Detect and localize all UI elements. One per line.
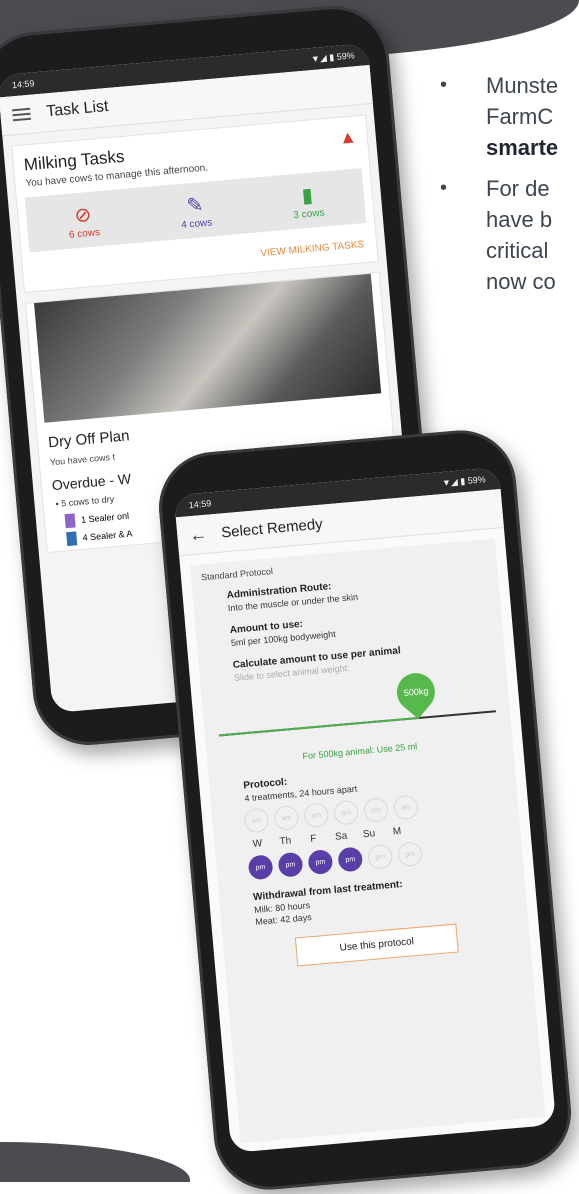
page-title: Task List bbox=[45, 97, 110, 121]
warning-icon: ▲ bbox=[338, 126, 358, 148]
bullet-text: Munste bbox=[486, 73, 559, 98]
treatment-slot[interactable]: am bbox=[392, 794, 419, 821]
treatment-slot[interactable]: pm bbox=[363, 797, 390, 824]
day-label: Sa bbox=[334, 830, 348, 843]
bullet-dot-icon: • bbox=[440, 74, 448, 96]
day-label: W bbox=[252, 838, 263, 850]
bullet-1: • Munste FarmC smarte bbox=[440, 70, 579, 163]
day-label: Th bbox=[279, 835, 292, 848]
bullet-2: • For de have b critical now co bbox=[440, 173, 579, 297]
day-label: F bbox=[309, 833, 317, 845]
slider-thumb[interactable]: 500kg bbox=[389, 665, 443, 719]
slider-value: 500kg bbox=[403, 686, 429, 699]
treatment-slot[interactable]: am bbox=[243, 807, 270, 834]
status-time: 14:59 bbox=[11, 78, 35, 91]
protocol-card: Standard Protocol Administration Route: … bbox=[190, 538, 546, 1144]
use-protocol-button[interactable]: Use this protocol bbox=[294, 923, 459, 967]
milk-count[interactable]: ▮ 3 cows bbox=[291, 182, 325, 222]
menu-icon[interactable] bbox=[12, 105, 32, 125]
treatment-slot[interactable]: am bbox=[303, 802, 330, 829]
bullet-text: have b bbox=[486, 207, 553, 232]
count-label: 4 cows bbox=[180, 217, 213, 232]
bullet-text: critical bbox=[486, 238, 549, 263]
treatment-slot[interactable]: pm bbox=[277, 851, 304, 878]
treatment-slot[interactable]: pm bbox=[307, 849, 334, 876]
status-icons: ▼◢ ▮ 59% bbox=[310, 49, 356, 64]
treatment-slot[interactable]: am bbox=[333, 799, 360, 826]
count-label: 3 cows bbox=[292, 207, 325, 222]
phone-select-remedy: 14:59 ▼◢ ▮ 59% ← Select Remedy Standard … bbox=[154, 425, 576, 1194]
treatment-slot[interactable]: pm bbox=[397, 841, 424, 868]
status-icons: ▼◢ ▮ 59% bbox=[441, 473, 487, 488]
syringe-icon: ✎ bbox=[185, 194, 205, 218]
bullet-bold: smarte bbox=[486, 135, 559, 160]
crossed-bottle-icon: ⊘ bbox=[73, 203, 93, 228]
bottle-icon: ▮ bbox=[300, 184, 314, 208]
bullet-text: now co bbox=[486, 269, 556, 294]
tag-label: 1 Sealer onl bbox=[80, 510, 130, 525]
no-milk-count[interactable]: ⊘ 6 cows bbox=[66, 201, 101, 241]
treatment-slot[interactable]: pm bbox=[367, 843, 394, 870]
tag-label: 4 Sealer & A bbox=[82, 528, 133, 543]
treatment-slot[interactable]: pm bbox=[247, 854, 274, 881]
day-label: M bbox=[392, 825, 402, 838]
bottom-banner bbox=[0, 1142, 190, 1182]
day-label: Su bbox=[362, 828, 376, 841]
bullet-dot-icon: • bbox=[440, 177, 448, 199]
feature-bullets: • Munste FarmC smarte • For de have b cr… bbox=[440, 70, 579, 307]
treatment-count[interactable]: ✎ 4 cows bbox=[178, 191, 213, 232]
back-arrow-icon[interactable]: ← bbox=[188, 523, 208, 545]
treatment-slot[interactable]: am bbox=[273, 804, 300, 831]
count-label: 6 cows bbox=[68, 227, 101, 241]
slider-fill bbox=[218, 717, 419, 737]
status-time: 14:59 bbox=[188, 498, 212, 511]
bullet-text: FarmC bbox=[486, 104, 554, 129]
milking-tasks-card[interactable]: Milking Tasks ▲ You have cows to manage … bbox=[11, 114, 379, 293]
select-remedy-screen: 14:59 ▼◢ ▮ 59% ← Select Remedy Standard … bbox=[173, 467, 557, 1153]
page-title: Select Remedy bbox=[220, 515, 324, 541]
treatment-slot[interactable]: pm bbox=[337, 846, 364, 873]
bullet-text: For de bbox=[486, 176, 550, 201]
